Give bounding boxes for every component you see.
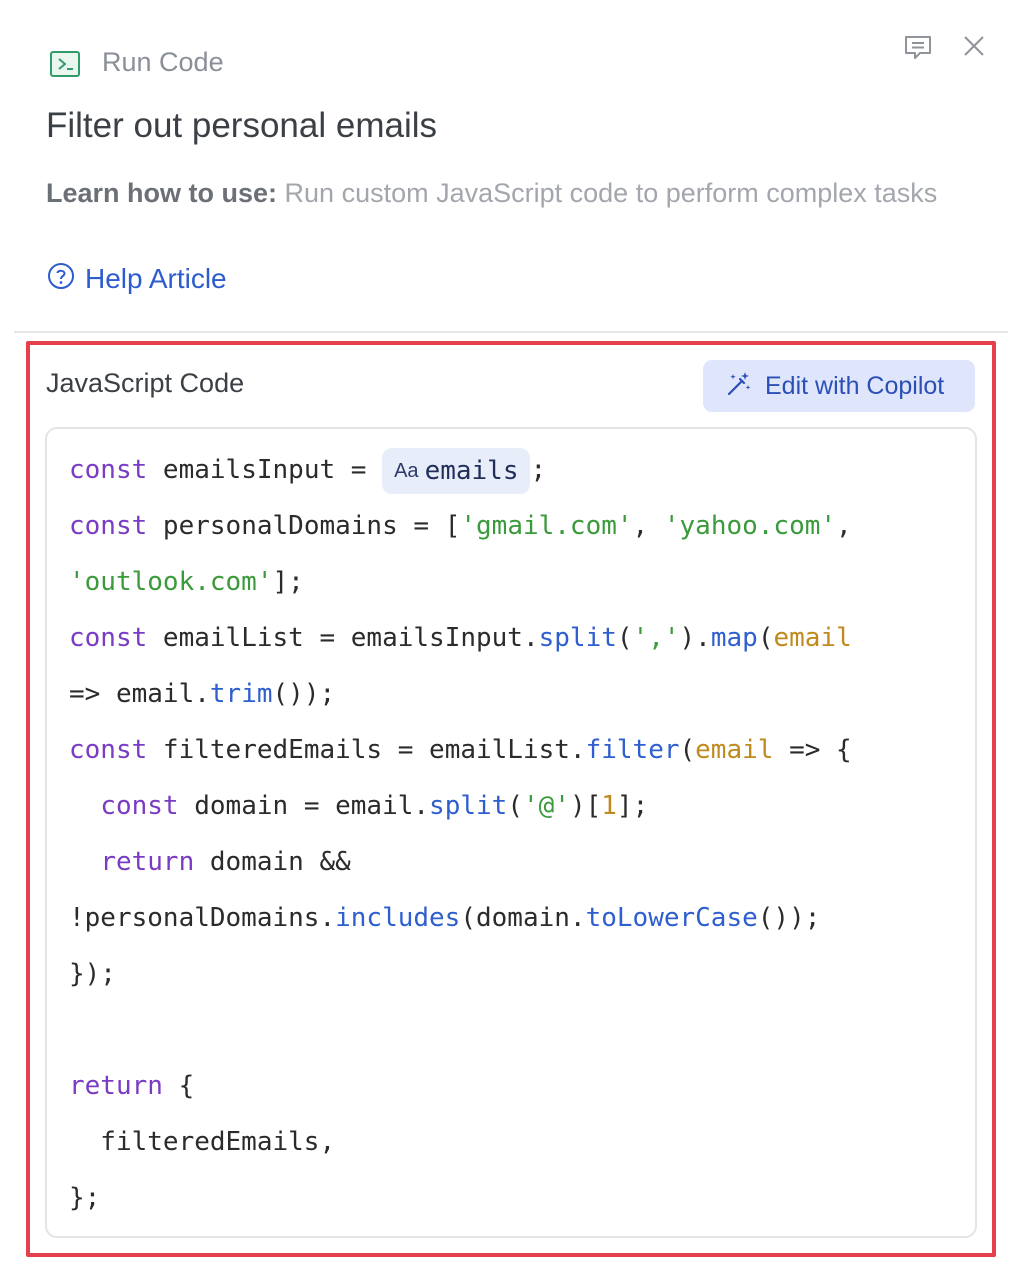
code-text: ( [507, 791, 523, 821]
kw-return: return [69, 1071, 163, 1101]
code-line-3: 'outlook.com']; [69, 554, 852, 610]
code-line-14: }; [69, 1170, 852, 1226]
divider [14, 331, 1008, 333]
code-line-6: const filteredEmails = emailList.filter(… [69, 722, 852, 778]
code-text: ( [616, 623, 633, 653]
code-line-13: filteredEmails, [69, 1114, 852, 1170]
app-label: Run Code [102, 47, 224, 77]
code-text: ()); [757, 903, 821, 933]
string-literal: ',' [632, 623, 680, 653]
method-name: split [538, 623, 617, 653]
code-text: ). [679, 623, 711, 653]
code-text: )[ [569, 791, 602, 821]
description-prefix: Learn how to use: [46, 178, 278, 208]
code-text: , [632, 511, 664, 541]
help-article-link[interactable]: Help Article [47, 262, 227, 295]
code-line-4: const emailList = emailsInput.split(',')… [69, 610, 852, 666]
code-text: !personalDomains. [69, 903, 336, 933]
code-line-1: const emailsInput = Aa emails; [69, 442, 852, 498]
description: Learn how to use: Run custom JavaScript … [46, 173, 946, 213]
code-line-7: const domain = email.split('@')[1]; [69, 778, 852, 834]
kw-const: const [69, 735, 148, 765]
param-name: email [773, 623, 852, 653]
variable-chip-emails[interactable]: Aa emails [382, 447, 531, 494]
kw-return: return [100, 847, 195, 877]
code-editor[interactable]: const emailsInput = Aa emails; const pers… [45, 427, 977, 1238]
code-text: personalDomains = [ [147, 511, 461, 541]
code-text: emailsInput = [147, 455, 383, 485]
variable-chip-label: emails [424, 455, 519, 486]
code-text: ; [530, 455, 547, 485]
code-line-9: !personalDomains.includes(domain.toLower… [69, 890, 852, 946]
kw-const: const [69, 623, 148, 653]
code-line-2: const personalDomains = ['gmail.com', 'y… [69, 498, 852, 554]
number-literal: 1 [601, 791, 617, 821]
method-name: split [429, 791, 508, 821]
string-literal: 'gmail.com' [460, 511, 633, 541]
question-circle-icon [47, 262, 75, 295]
method-name: trim [209, 679, 273, 709]
kw-const: const [69, 455, 148, 485]
code-text: ()); [272, 679, 336, 709]
method-name: map [710, 623, 758, 653]
kw-const: const [69, 511, 148, 541]
method-name: includes [335, 903, 461, 933]
code-text: emailList = emailsInput. [147, 623, 539, 653]
method-name: toLowerCase [585, 903, 758, 933]
code-text: , [836, 511, 852, 541]
string-literal: '@' [522, 791, 570, 821]
string-literal: 'yahoo.com' [663, 511, 837, 541]
edit-with-copilot-button[interactable]: Edit with Copilot [703, 360, 975, 412]
code-text: filteredEmails, [69, 1127, 336, 1157]
code-line-12: return { [69, 1058, 852, 1114]
help-article-label: Help Article [85, 262, 227, 294]
code-text: }; [69, 1183, 101, 1213]
comment-icon[interactable] [903, 34, 933, 67]
description-text: Run custom JavaScript code to perform co… [277, 178, 938, 208]
code-line-8: return domain && [69, 834, 852, 890]
code-text: => { [773, 735, 852, 765]
kw-const: const [100, 791, 179, 821]
code-text: filteredEmails = emailList. [147, 735, 586, 765]
code-line-5: => email.trim()); [69, 666, 852, 722]
magic-wand-icon [725, 370, 753, 403]
copilot-button-label: Edit with Copilot [765, 371, 945, 400]
code-text: ( [679, 735, 696, 765]
close-icon[interactable] [962, 34, 986, 63]
code-text: ]; [272, 567, 304, 597]
terminal-icon [50, 51, 80, 77]
text-type-icon: Aa [394, 459, 419, 482]
code-text: ( [757, 623, 774, 653]
section-label: JavaScript Code [46, 368, 245, 398]
code-text: }); [69, 959, 116, 989]
code-text: domain = email. [178, 791, 430, 821]
param-name: email [695, 735, 774, 765]
code-text: (domain. [460, 903, 586, 933]
code-text: => email. [69, 679, 210, 709]
method-name: filter [585, 735, 680, 765]
code-text: { [162, 1071, 195, 1101]
code-text: domain && [194, 847, 351, 877]
code-text: ]; [616, 791, 649, 821]
code-line-10: }); [69, 946, 852, 1002]
page-title: Filter out personal emails [46, 106, 437, 145]
string-literal: 'outlook.com' [69, 567, 273, 597]
